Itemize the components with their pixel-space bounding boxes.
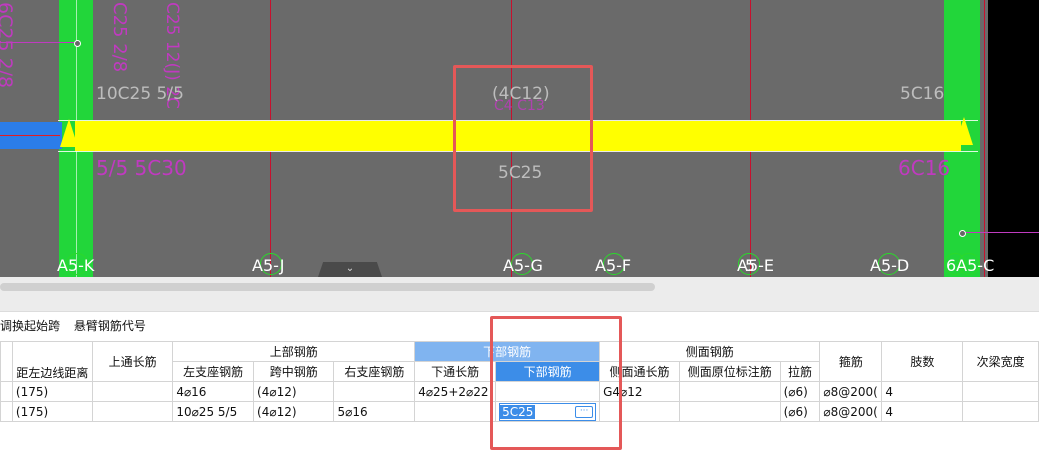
axis-label: A5-E [737, 256, 775, 275]
axis-label-overlap: 5 [745, 256, 756, 275]
row-index-header [0, 341, 13, 382]
beam-start-marker-icon [60, 119, 78, 147]
table-cell[interactable] [962, 381, 1039, 402]
annotation-vertical: 6C25 2/8 [0, 2, 16, 89]
table-cell[interactable]: (175) [11, 381, 93, 402]
column-header: 左支座钢筋 [172, 361, 255, 382]
column-header: 肢数 [881, 341, 964, 382]
table-cell[interactable]: 4 [881, 401, 964, 422]
panel-toolbar: 调换起始跨 悬臂钢筋代号 [0, 315, 156, 337]
horizontal-scrollbar[interactable] [0, 277, 1039, 312]
table-cell[interactable] [333, 381, 416, 402]
beam-end-marker-icon [955, 117, 973, 145]
table-cell[interactable] [91, 381, 174, 402]
table-cell[interactable]: (⌀6) [779, 381, 821, 402]
table-cell[interactable] [91, 401, 174, 422]
beam-axis-line [0, 135, 60, 136]
column-header: 上通长筋 [91, 341, 174, 382]
table-cell[interactable] [414, 401, 497, 422]
cantilever-code-button[interactable]: 悬臂钢筋代号 [74, 319, 146, 333]
column-header: 跨中钢筋 [253, 361, 335, 382]
table-cell[interactable]: 4 [881, 381, 964, 402]
axis-label: A5-G [503, 256, 543, 275]
column-header: 次梁宽度 [962, 341, 1039, 382]
column-header: 距左边线距离 [11, 341, 93, 382]
chevron-down-icon: ⌄ [345, 263, 355, 274]
table-cell[interactable] [962, 401, 1039, 422]
leader-node [959, 230, 966, 237]
row-index-cell[interactable] [0, 401, 13, 422]
column-header: 箍筋 [819, 341, 883, 382]
axis-label: A5-F [595, 256, 632, 275]
axis-label: 6A5-C [946, 256, 995, 275]
row-index-cell[interactable] [0, 381, 13, 402]
table-cell[interactable]: 10⌀25 5/5 [172, 401, 255, 422]
canvas-black-region [988, 0, 1039, 277]
highlight-box [490, 316, 622, 450]
column-header: 右支座钢筋 [333, 361, 416, 382]
cad-canvas[interactable]: 6C25 2/8 C25 2/8 C25 12(J) 2C 5/5 5C30 6… [0, 0, 1039, 277]
swap-start-span-button[interactable]: 调换起始跨 [0, 319, 60, 333]
table-cell[interactable]: (175) [11, 401, 93, 422]
beam-property-panel: 调换起始跨 悬臂钢筋代号 距左边线距离 上通长筋 上部钢筋 下部钢筋 侧面钢筋 … [0, 277, 1039, 457]
axis-label: A5-K [57, 256, 95, 275]
column-header: 下通长筋 [414, 361, 497, 382]
grid-line [984, 0, 985, 277]
scrollbar-thumb[interactable] [0, 283, 655, 291]
right-support-label[interactable]: 5C16 [900, 84, 944, 104]
left-support-label[interactable]: 10C25 5/5 [96, 84, 184, 104]
table-cell[interactable] [678, 381, 781, 402]
highlight-box [453, 65, 593, 212]
table-cell[interactable]: 5⌀16 [333, 401, 416, 422]
table-cell[interactable]: (⌀6) [779, 401, 821, 422]
annotation-bottom-left: 5/5 5C30 [96, 156, 187, 180]
table-cell[interactable]: (4⌀12) [253, 401, 335, 422]
collapse-panel-button[interactable]: ⌄ [318, 262, 382, 277]
table-cell[interactable]: ⌀8@200( [819, 401, 883, 422]
group-header: 侧面钢筋 [599, 341, 821, 362]
leader-line [963, 232, 1039, 233]
table-cell[interactable]: (4⌀12) [253, 381, 335, 402]
annotation-bottom-right: 6C16 [898, 156, 951, 180]
column-header: 侧面原位标注筋 [678, 361, 781, 382]
axis-label: A5-D [870, 256, 910, 275]
table-cell[interactable]: 4⌀25+2⌀22 [414, 381, 497, 402]
column-header: 拉筋 [779, 361, 821, 382]
table-cell[interactable] [678, 401, 781, 422]
leader-node [74, 40, 81, 47]
table-cell[interactable]: ⌀8@200( [819, 381, 883, 402]
axis-label: A5-J [252, 256, 285, 275]
annotation-vertical: C25 2/8 [109, 2, 130, 73]
group-header: 上部钢筋 [172, 341, 416, 362]
table-cell[interactable]: 4⌀16 [172, 381, 255, 402]
